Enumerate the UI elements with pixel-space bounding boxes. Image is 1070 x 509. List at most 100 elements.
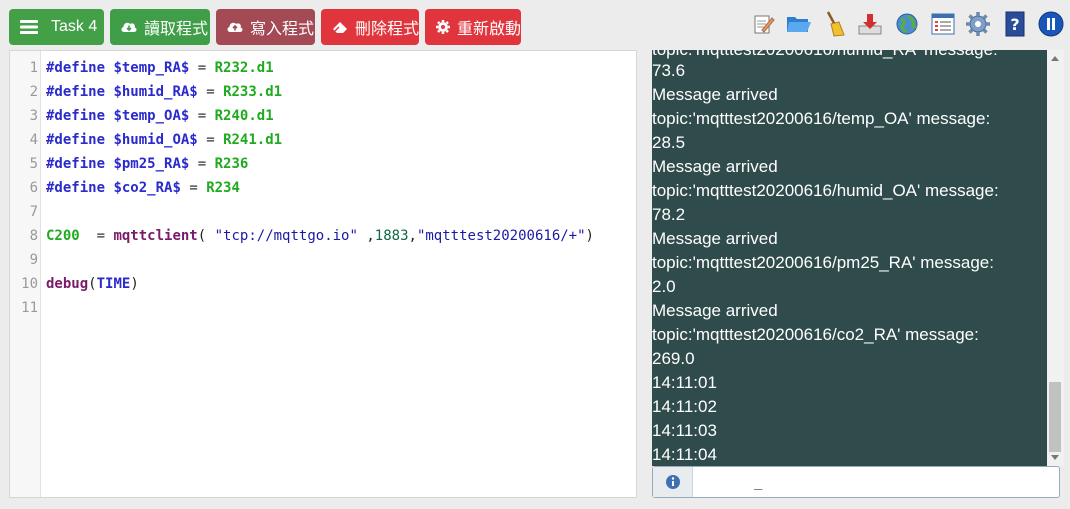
operator: = [189,180,198,196]
menu-icon [20,20,38,34]
console-line: 14:11:01 [652,373,717,392]
console-line: 14:11:02 [652,397,717,416]
console-line: 2.0 [652,277,676,296]
help-icon[interactable]: ? [1001,10,1029,38]
write-program-button[interactable]: 寫入程式 [216,9,315,45]
line-number: 11 [21,300,38,316]
string-literal: "mqtttest20200616/+" [416,228,586,244]
paren-close: ) [130,276,139,292]
info-button[interactable] [653,467,693,497]
console-line: Message arrived [652,229,778,248]
broom-icon[interactable] [820,10,848,38]
command-input[interactable] [694,470,1054,494]
line-number: 1 [29,60,38,76]
code-line-6: #define $co2_RA$ = R234 [46,176,240,200]
download-icon[interactable] [856,10,884,38]
scrollbar-thumb[interactable] [1049,382,1061,452]
delete-program-button[interactable]: 刪除程式 [321,9,419,45]
task-button[interactable]: Task 4 [9,9,104,45]
restart-button[interactable]: 重新啟動 [425,9,521,45]
variable: $temp_OA$ [113,108,190,124]
line-number: 3 [29,108,38,124]
list-window-icon[interactable] [929,10,957,38]
line-number: 6 [29,180,38,196]
pause-icon[interactable] [1037,10,1065,38]
code-line-8: C200 = mqttclient( "tcp://mqttgo.io" ,18… [46,224,594,248]
separator: , [408,228,417,244]
keyword: #define [46,84,106,100]
console-line: topic:'mqtttest20200616/co2_RA' message: [652,325,979,344]
console-line: 269.0 [652,349,695,368]
paren-close: ) [585,228,594,244]
line-number: 8 [29,228,38,244]
line-number: 5 [29,156,38,172]
write-program-label: 寫入程式 [250,19,315,38]
register: R240.d1 [214,108,274,124]
console-line: Message arrived [652,157,778,176]
edit-icon[interactable] [750,10,778,38]
svg-text:?: ? [1010,15,1019,34]
gear-icon[interactable] [964,10,992,38]
console-line: Message arrived [652,85,778,104]
keyword: #define [46,108,106,124]
register: C200 [46,228,80,244]
operator: = [197,60,207,76]
restart-label: 重新啟動 [457,19,522,38]
register: R236 [214,156,249,172]
gear-small-icon [436,20,450,34]
function-name: mqttclient [113,228,198,244]
console-line: 73.6 [652,61,686,80]
string-literal: "tcp://mqttgo.io" [214,228,358,244]
variable: $humid_OA$ [113,132,198,148]
console-line: 14:11:04 [652,445,717,464]
variable: $pm25_RA$ [113,156,190,172]
keyword: #define [46,60,106,76]
code-line-4: #define $humid_OA$ = R241.d1 [46,128,282,152]
operator: = [206,132,215,148]
register: R234 [206,180,240,196]
function-name: debug [46,276,89,292]
operator: = [197,156,207,172]
read-program-label: 讀取程式 [144,19,209,38]
operator: = [96,228,106,244]
toolbar: Task 4 讀取程式 寫入程式 刪除程式 重新啟動 ? [0,0,1070,50]
console-line: 78.2 [652,205,686,224]
delete-program-label: 刪除程式 [355,19,420,38]
operator: = [197,108,207,124]
code-line-1: #define $temp_RA$ = R232.d1 [46,56,274,80]
scroll-down-icon[interactable] [1051,455,1059,460]
console-line: topic:'mqtttest20200616/humid_OA' messag… [652,181,999,200]
code-line-5: #define $pm25_RA$ = R236 [46,152,248,176]
console-line: topic:'mqtttest20200616/humid_RA' messag… [652,50,998,62]
folder-open-icon[interactable] [785,10,813,38]
globe-icon[interactable] [893,10,921,38]
command-bar [652,466,1060,498]
scroll-up-icon[interactable] [1051,56,1059,61]
console-scrollbar[interactable] [1047,50,1064,466]
eraser-icon [333,22,347,33]
task-label: Task 4 [51,18,98,35]
variable: $temp_RA$ [113,60,190,76]
keyword: #define [46,180,106,196]
cloud-download-icon [121,22,137,32]
info-icon [665,475,680,489]
operator: = [206,84,215,100]
register: R232.d1 [214,60,274,76]
code-editor[interactable]: 1 2 3 4 5 6 7 8 9 10 11 #define $temp_RA… [9,50,637,498]
separator: , [366,228,375,244]
console-line: 28.5 [652,133,686,152]
variable: $humid_RA$ [113,84,198,100]
argument: TIME [96,276,131,292]
code-line-3: #define $temp_OA$ = R240.d1 [46,104,274,128]
keyword: #define [46,132,106,148]
number-literal: 1883 [374,228,409,244]
console-output: topic:'mqtttest20200616/humid_RA' messag… [652,50,1047,466]
code-line-2: #define $humid_RA$ = R233.d1 [46,80,282,104]
variable: $co2_RA$ [113,180,181,196]
console-line: 14:11:03 [652,421,717,440]
read-program-button[interactable]: 讀取程式 [110,9,210,45]
code-line-10: debug(TIME) [46,272,139,296]
paren-open: ( [197,228,207,244]
line-number: 4 [29,132,38,148]
line-number: 2 [29,84,38,100]
